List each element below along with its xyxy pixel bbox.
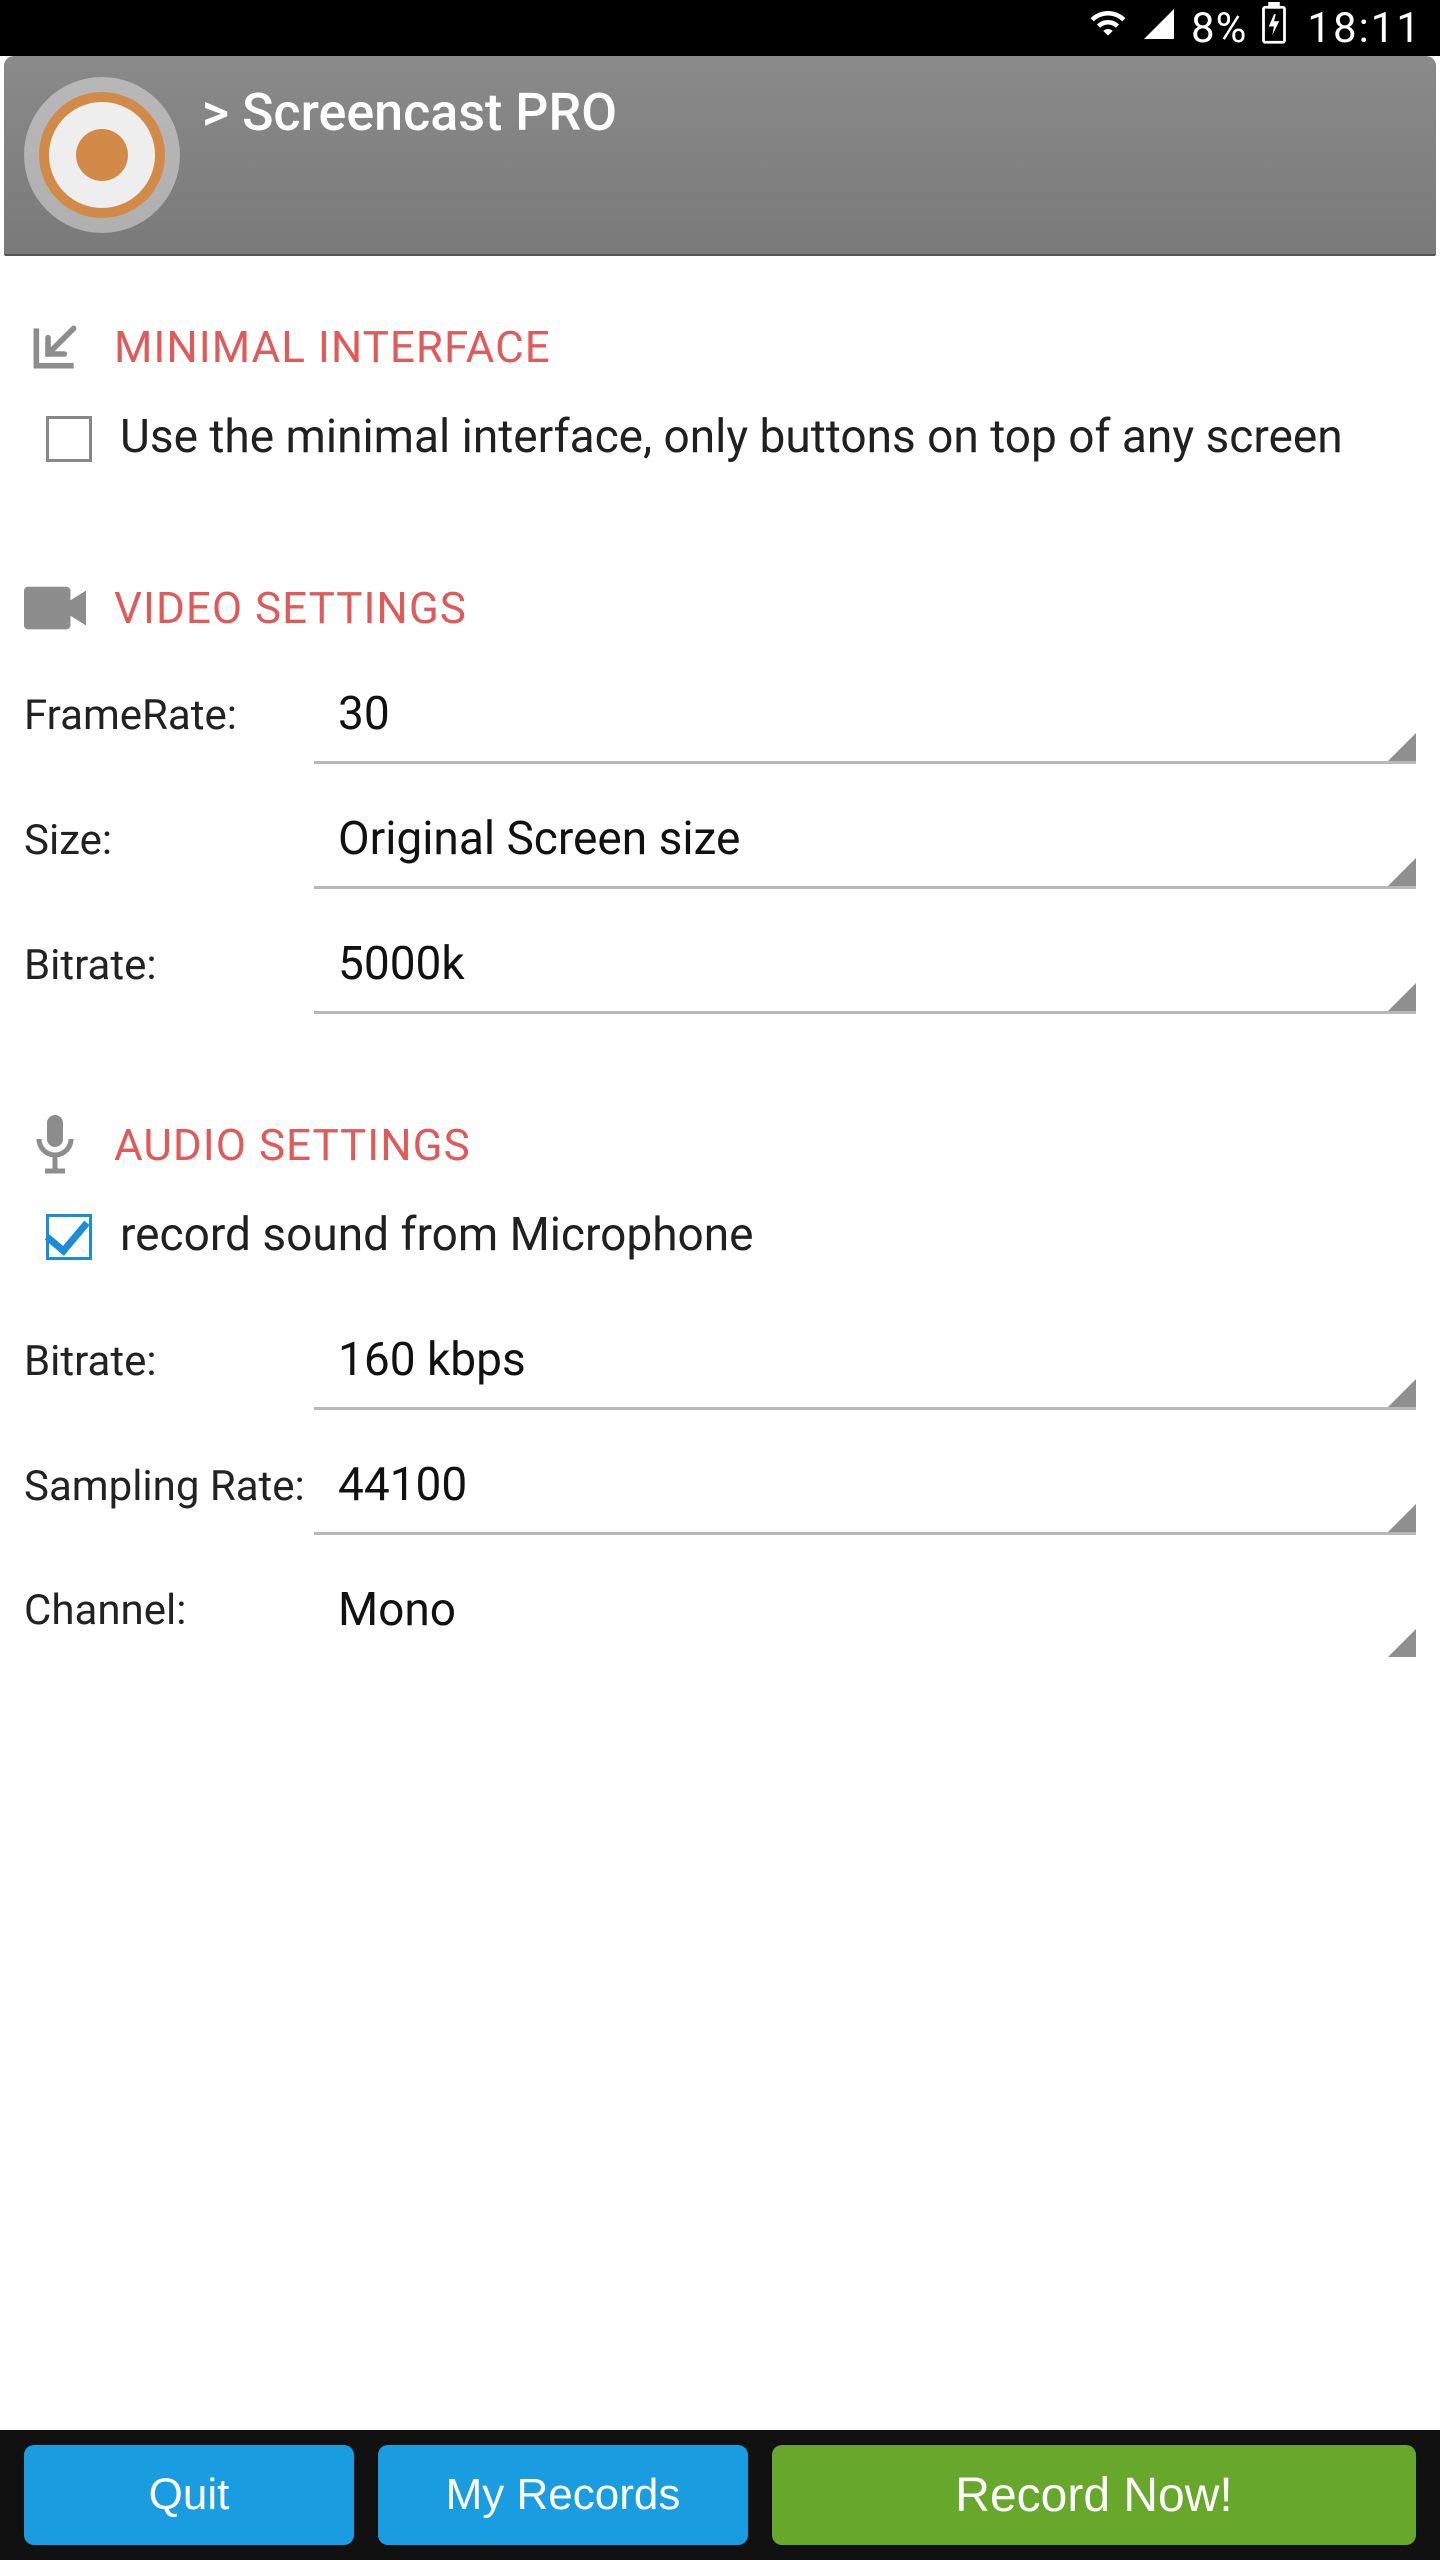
size-value: Original Screen size	[338, 812, 740, 866]
channel-spinner[interactable]: Mono	[314, 1565, 1416, 1657]
sampling-spinner[interactable]: 44100	[314, 1440, 1416, 1535]
section-minimal-title: MINIMAL INTERFACE	[114, 321, 551, 373]
video-bitrate-spinner[interactable]: 5000k	[314, 919, 1416, 1014]
app-header: > Screencast PRO	[4, 56, 1436, 256]
framerate-value: 30	[338, 687, 390, 741]
signal-icon	[1141, 4, 1177, 53]
minimal-interface-row[interactable]: Use the minimal interface, only buttons …	[24, 408, 1416, 467]
section-minimal-header: MINIMAL INTERFACE	[24, 316, 1416, 378]
minimal-interface-checkbox[interactable]	[46, 416, 92, 462]
record-now-button[interactable]: Record Now!	[772, 2445, 1416, 2545]
battery-charging-icon	[1261, 2, 1287, 55]
video-bitrate-row: Bitrate: 5000k	[24, 919, 1416, 1014]
app-title: > Screencast PRO	[202, 82, 617, 143]
wifi-icon	[1089, 4, 1127, 53]
my-records-button[interactable]: My Records	[378, 2445, 748, 2545]
minimal-interface-label: Use the minimal interface, only buttons …	[120, 408, 1343, 467]
record-mic-row[interactable]: record sound from Microphone	[24, 1206, 1416, 1265]
framerate-label: FrameRate:	[24, 692, 314, 740]
sampling-label: Sampling Rate:	[24, 1463, 314, 1511]
battery-percent: 8%	[1191, 4, 1247, 53]
framerate-spinner[interactable]: 30	[314, 669, 1416, 764]
size-row: Size: Original Screen size	[24, 794, 1416, 889]
channel-row: Channel: Mono	[24, 1565, 1416, 1657]
section-video-title: VIDEO SETTINGS	[114, 582, 467, 634]
section-video-header: VIDEO SETTINGS	[24, 577, 1416, 639]
settings-content: MINIMAL INTERFACE Use the minimal interf…	[0, 256, 1440, 2430]
video-bitrate-label: Bitrate:	[24, 942, 314, 990]
audio-bitrate-label: Bitrate:	[24, 1338, 314, 1386]
sampling-row: Sampling Rate: 44100	[24, 1440, 1416, 1535]
app-logo	[24, 77, 180, 233]
video-camera-icon	[24, 577, 86, 639]
section-audio-title: AUDIO SETTINGS	[114, 1119, 471, 1171]
quit-button[interactable]: Quit	[24, 2445, 354, 2545]
video-bitrate-value: 5000k	[338, 937, 465, 991]
record-mic-label: record sound from Microphone	[120, 1206, 754, 1265]
collapse-icon	[24, 316, 86, 378]
microphone-icon	[24, 1114, 86, 1176]
sampling-value: 44100	[338, 1458, 467, 1512]
bottom-bar: Quit My Records Record Now!	[0, 2430, 1440, 2560]
audio-bitrate-row: Bitrate: 160 kbps	[24, 1315, 1416, 1410]
size-label: Size:	[24, 817, 314, 865]
status-bar: 8% 18:11	[0, 0, 1440, 56]
audio-bitrate-value: 160 kbps	[338, 1333, 526, 1387]
channel-label: Channel:	[24, 1587, 314, 1635]
channel-value: Mono	[338, 1583, 456, 1637]
section-audio-header: AUDIO SETTINGS	[24, 1114, 1416, 1176]
clock: 18:11	[1307, 4, 1422, 53]
framerate-row: FrameRate: 30	[24, 669, 1416, 764]
record-mic-checkbox[interactable]	[46, 1214, 92, 1260]
audio-bitrate-spinner[interactable]: 160 kbps	[314, 1315, 1416, 1410]
size-spinner[interactable]: Original Screen size	[314, 794, 1416, 889]
